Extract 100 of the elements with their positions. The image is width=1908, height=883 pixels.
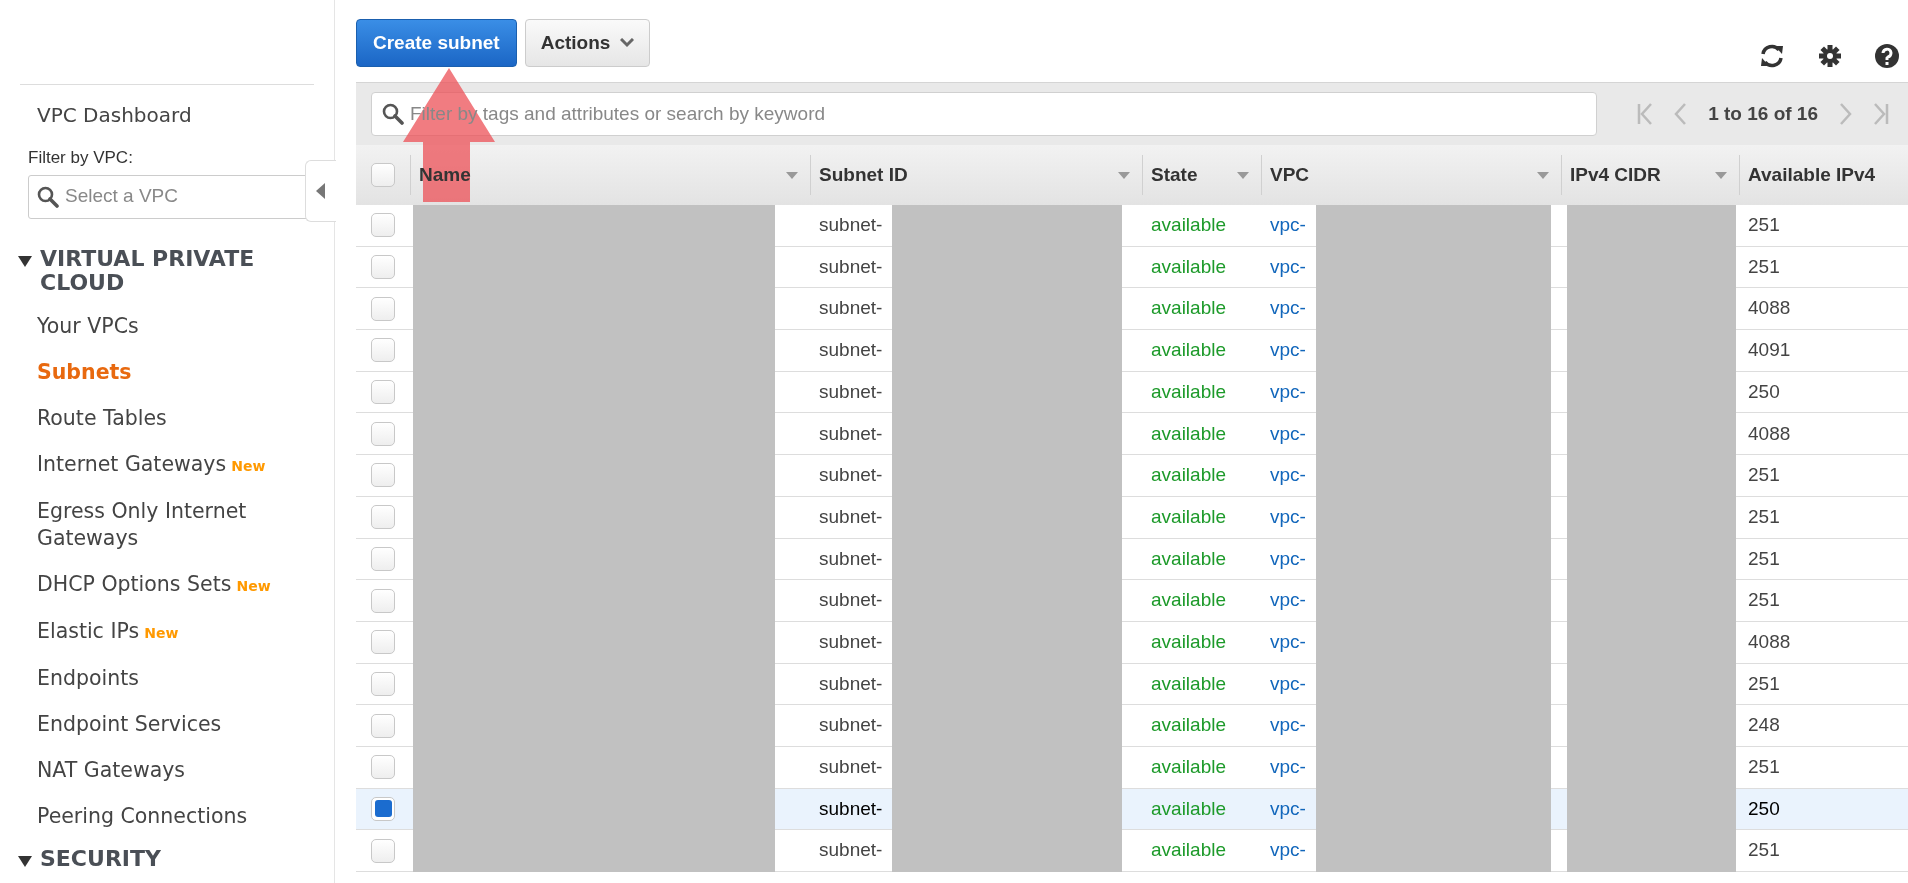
table-row[interactable]: subnet- available vpc- 4088 [356,413,1908,456]
table-cell-text: subnet- [819,338,883,363]
status-text: available [1151,504,1226,529]
vpc-link[interactable]: vpc- [1270,419,1306,449]
caret-icon[interactable] [18,855,32,868]
status-text: available [1151,796,1226,821]
sidebar-link[interactable]: Route Tables [37,404,167,432]
sort-caret-icon[interactable] [1118,171,1130,179]
vpc-link[interactable]: vpc- [1270,627,1306,657]
table-cell-text: subnet- [819,463,883,488]
vpc-link[interactable]: vpc- [1270,753,1306,782]
vpc-link[interactable]: vpc- [1270,669,1306,699]
sort-caret-icon[interactable] [786,171,798,179]
settings-icon[interactable] [1818,44,1842,68]
vpc-link[interactable]: vpc- [1270,294,1306,323]
vpc-link[interactable]: vpc- [1270,252,1306,282]
table-cell-text: 251 [1748,755,1780,780]
table-cell-text: subnet- [819,796,883,821]
checkbox[interactable] [371,713,395,738]
checkbox[interactable] [371,213,395,238]
checkbox[interactable] [371,463,395,488]
column-header[interactable]: VPC [1270,160,1310,190]
sidebar-link[interactable]: NAT Gateways [37,756,186,784]
checkbox[interactable] [371,380,395,405]
table-row[interactable]: subnet- available vpc- 4088 [356,288,1908,331]
vpc-link[interactable]: vpc- [1270,377,1306,407]
vpc-link[interactable]: vpc- [1270,586,1306,615]
table-row[interactable]: subnet- available vpc- 250 [356,788,1908,831]
table-row[interactable]: subnet- available vpc- 4088 [356,621,1908,664]
caret-icon[interactable] [18,255,32,268]
table-row[interactable]: subnet- available vpc- 251 [356,663,1908,706]
sidebar-link[interactable]: VPC Dashboard [37,102,334,128]
sidebar-link[interactable]: Egress Only Internet Gateways [37,497,317,552]
vpc-link[interactable]: vpc- [1270,461,1306,490]
column-header[interactable]: Subnet ID [819,160,908,190]
section-heading: VIRTUAL PRIVATE CLOUD [40,246,256,295]
checkbox[interactable] [371,296,395,321]
vpc-link[interactable]: vpc- [1270,211,1306,240]
vpc-link[interactable]: vpc- [1270,711,1306,740]
actions-button[interactable]: Actions [524,19,651,67]
table-row[interactable]: subnet- available vpc- 251 [356,246,1908,289]
sidebar-link[interactable]: DHCP Options Sets [37,570,232,598]
checkbox[interactable] [371,588,395,613]
column-header[interactable]: State [1151,160,1198,190]
vpc-link[interactable]: vpc- [1270,544,1306,574]
checkbox[interactable] [371,630,395,655]
sidebar-link[interactable]: Peering Connections [37,802,248,830]
collapse-tab[interactable] [305,160,336,222]
sort-caret-icon[interactable] [1537,171,1549,179]
last-page-icon[interactable] [1872,103,1890,125]
table-row[interactable]: subnet- available vpc- 251 [356,496,1908,539]
checkbox[interactable] [371,755,395,780]
refresh-icon[interactable] [1758,43,1786,69]
sort-caret-icon[interactable] [1237,171,1249,179]
checkbox[interactable] [371,838,395,863]
checkbox[interactable] [371,338,395,363]
table-row[interactable]: subnet- available vpc- 251 [356,455,1908,497]
status-text: available [1151,755,1226,780]
status-text: available [1151,671,1226,696]
checkbox[interactable] [371,546,395,571]
sidebar-link[interactable]: Elastic IPs [37,617,140,645]
column-header[interactable]: IPv4 CIDR [1570,160,1661,190]
checkbox[interactable] [371,505,395,530]
first-page-icon[interactable] [1636,103,1655,125]
table-cell-text: subnet- [819,379,883,404]
table-row[interactable]: subnet- available vpc- 251 [356,205,1908,247]
table-cell-text: 4091 [1748,338,1791,363]
table-row[interactable]: subnet- available vpc- 250 [356,371,1908,414]
checkbox[interactable] [371,671,395,696]
vpc-link[interactable]: vpc- [1270,502,1306,532]
table-row[interactable]: subnet- available vpc- 4091 [356,330,1908,372]
sidebar-link[interactable]: Endpoint Services [37,710,222,738]
sort-caret-icon[interactable] [1715,171,1727,179]
vpc-select-input[interactable]: Select a VPC [65,182,285,211]
sidebar-link[interactable]: Endpoints [37,664,139,692]
table-row[interactable]: subnet- available vpc- 251 [356,580,1908,622]
checkbox[interactable] [371,163,395,187]
table-row[interactable]: subnet- available vpc- 251 [356,538,1908,581]
vpc-select-field[interactable]: Select a VPC [28,174,308,219]
status-text: available [1151,421,1226,446]
vpc-link[interactable]: vpc- [1270,836,1306,865]
vpc-link[interactable]: vpc- [1270,794,1306,824]
status-text: available [1151,338,1226,363]
checkbox[interactable] [371,421,395,446]
vpc-link[interactable]: vpc- [1270,336,1306,365]
checkbox[interactable] [371,796,395,821]
table-cell-text: 250 [1748,379,1780,404]
create-subnet-button[interactable]: Create subnet [356,19,517,67]
checkbox[interactable] [371,255,395,280]
sidebar-link[interactable]: Internet Gateways [37,450,227,478]
status-text: available [1151,713,1226,738]
sidebar-link[interactable]: Your VPCs [37,312,139,340]
table-row[interactable]: subnet- available vpc- 251 [356,746,1908,789]
table-cell-text: subnet- [819,671,883,696]
column-header[interactable]: Available IPv4 [1748,160,1876,190]
table-cell-text: subnet- [819,546,883,571]
table-row[interactable]: subnet- available vpc- 248 [356,705,1908,747]
help-icon[interactable] [1874,43,1900,69]
table-row[interactable]: subnet- available vpc- 251 [356,830,1908,872]
table-cell-text: subnet- [819,296,883,321]
